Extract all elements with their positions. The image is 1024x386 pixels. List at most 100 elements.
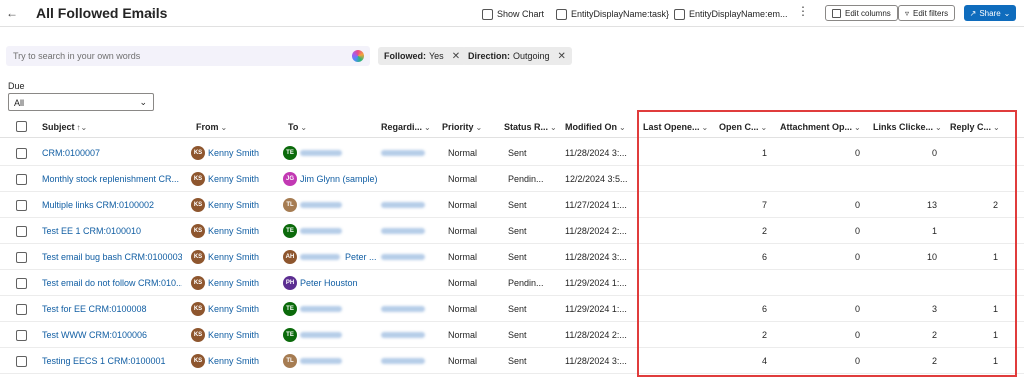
subject-link[interactable]: Test for EE CRM:0100008 (42, 304, 182, 314)
to-link[interactable]: Peter ... (345, 252, 377, 262)
from-link[interactable]: Kenny Smith (208, 356, 259, 366)
avatar: KS (191, 302, 205, 316)
email-button[interactable]: EntityDisplayName:em... (674, 7, 788, 21)
from-link[interactable]: Kenny Smith (208, 304, 259, 314)
chevron-down-icon: ⌄ (1003, 8, 1011, 18)
column-header-status-reason[interactable]: Status R... ⌄ (504, 122, 557, 132)
column-header-to[interactable]: To ⌄ (288, 122, 307, 132)
search-input[interactable]: Try to search in your own words (6, 46, 370, 66)
subject-link[interactable]: Test email do not follow CRM:010... (42, 278, 182, 288)
row-checkbox[interactable] (16, 252, 27, 263)
subject-link[interactable]: CRM:0100007 (42, 148, 182, 158)
avatar: KS (191, 276, 205, 290)
edit-filters-button[interactable]: ▿ Edit filters (898, 5, 956, 21)
edit-columns-label: Edit columns (845, 8, 891, 18)
reply-count-value: 1 (992, 304, 998, 314)
from-link[interactable]: Kenny Smith (208, 330, 259, 340)
task-button[interactable]: EntityDisplayName:task} (556, 7, 669, 21)
status-value: Sent (508, 356, 527, 366)
to-link[interactable]: Peter Houston (300, 278, 358, 288)
filter-chip-value: Yes (429, 51, 444, 61)
table-row[interactable]: Multiple links CRM:0100002 KS Kenny Smit… (0, 192, 1024, 218)
table-row[interactable]: CRM:0100007 KS Kenny Smith TE Normal Sen… (0, 140, 1024, 166)
column-header-modified-on[interactable]: Modified On ⌄ (565, 122, 626, 132)
column-header-open-count[interactable]: Open C... ⌄ (719, 122, 767, 132)
select-all-checkbox[interactable] (16, 121, 27, 132)
from-link[interactable]: Kenny Smith (208, 278, 259, 288)
row-checkbox[interactable] (16, 304, 27, 315)
from-link[interactable]: Kenny Smith (208, 174, 259, 184)
copilot-icon[interactable] (352, 50, 364, 62)
filter-chip-followed[interactable]: Followed: Yes ✕ (378, 47, 467, 65)
modified-on-value: 12/2/2024 3:5... (565, 174, 627, 184)
links-clicked-value: 1 (931, 226, 937, 236)
chevron-down-icon: ⌄ (139, 97, 147, 107)
from-link[interactable]: Kenny Smith (208, 226, 259, 236)
reply-count-value: 1 (992, 252, 998, 262)
column-header-last-opened[interactable]: Last Opene... ⌄ (643, 122, 708, 132)
avatar: TL (283, 198, 297, 212)
table-row[interactable]: Testing EECS 1 CRM:0100001 KS Kenny Smit… (0, 348, 1024, 374)
chevron-down-icon: ⌄ (300, 123, 308, 132)
column-header-links-clicked[interactable]: Links Clicke... ⌄ (873, 122, 942, 132)
from-link[interactable]: Kenny Smith (208, 252, 259, 262)
view-title[interactable]: All Followed Emails (36, 5, 167, 21)
subject-link[interactable]: Multiple links CRM:0100002 (42, 200, 182, 210)
filter-chip-key: Followed: (384, 51, 426, 61)
table-row[interactable]: Monthly stock replenishment CR... KS Ken… (0, 166, 1024, 192)
column-header-from[interactable]: From ⌄ (196, 122, 227, 132)
subject-link[interactable]: Testing EECS 1 CRM:0100001 (42, 356, 182, 366)
to-link[interactable]: Jim Glynn (sample) (300, 174, 378, 184)
open-count-value: 1 (761, 148, 767, 158)
avatar: KS (191, 328, 205, 342)
close-icon[interactable]: ✕ (558, 51, 566, 62)
more-options-icon[interactable]: ⋮ (797, 4, 809, 18)
chevron-down-icon[interactable]: ⌄ (149, 7, 157, 18)
table-row[interactable]: Test for EE CRM:0100008 KS Kenny Smith T… (0, 296, 1024, 322)
subject-link[interactable]: Monthly stock replenishment CR... (42, 174, 182, 184)
avatar: TE (283, 328, 297, 342)
row-checkbox[interactable] (16, 278, 27, 289)
filter-chip-direction[interactable]: Direction: Outgoing ✕ (462, 47, 572, 65)
row-checkbox[interactable] (16, 330, 27, 341)
subject-link[interactable]: Test EE 1 CRM:0100010 (42, 226, 182, 236)
column-header-subject[interactable]: Subject ↑⌄ (42, 122, 87, 132)
table-row[interactable]: Test EE 1 CRM:0100010 KS Kenny Smith TE … (0, 218, 1024, 244)
row-checkbox[interactable] (16, 148, 27, 159)
priority-value: Normal (448, 278, 478, 288)
table-row[interactable]: Test email do not follow CRM:010... KS K… (0, 270, 1024, 296)
due-select[interactable]: All ⌄ (8, 93, 154, 111)
back-arrow-icon[interactable]: ← (6, 6, 20, 20)
from-link[interactable]: Kenny Smith (208, 148, 259, 158)
show-chart-label: Show Chart (497, 9, 545, 19)
attachment-opened-value: 0 (854, 148, 860, 158)
share-label: Share (979, 8, 1001, 18)
column-header-reply-count[interactable]: Reply C... ⌄ (950, 122, 1000, 132)
redacted-text (300, 306, 342, 312)
due-label: Due (8, 81, 25, 91)
reply-count-value: 1 (992, 356, 998, 366)
row-checkbox[interactable] (16, 226, 27, 237)
edit-columns-button[interactable]: Edit columns (825, 5, 898, 21)
close-icon[interactable]: ✕ (452, 51, 460, 62)
column-header-priority[interactable]: Priority ⌄ (442, 122, 482, 132)
subject-link[interactable]: Test email bug bash CRM:0100003 (42, 252, 182, 262)
share-button[interactable]: ↗ Share ⌄ (964, 5, 1016, 21)
chevron-down-icon: ⌄ (760, 123, 768, 132)
redacted-regarding (381, 254, 425, 260)
column-header-attachment-opened[interactable]: Attachment Op... ⌄ (780, 122, 861, 132)
row-checkbox[interactable] (16, 174, 27, 185)
sort-ascending-icon: ↑⌄ (76, 123, 88, 132)
row-checkbox[interactable] (16, 200, 27, 211)
attachment-opened-value: 0 (854, 330, 860, 340)
table-row[interactable]: Test email bug bash CRM:0100003 KS Kenny… (0, 244, 1024, 270)
from-link[interactable]: Kenny Smith (208, 200, 259, 210)
show-chart-button[interactable]: Show Chart (482, 7, 544, 21)
row-checkbox[interactable] (16, 356, 27, 367)
table-row[interactable]: Test WWW CRM:0100006 KS Kenny Smith TE N… (0, 322, 1024, 348)
email-label: EntityDisplayName:em... (689, 9, 788, 19)
avatar: TE (283, 302, 297, 316)
subject-link[interactable]: Test WWW CRM:0100006 (42, 330, 182, 340)
column-label: From (196, 122, 219, 132)
column-header-regarding[interactable]: Regardi... ⌄ (381, 122, 431, 132)
